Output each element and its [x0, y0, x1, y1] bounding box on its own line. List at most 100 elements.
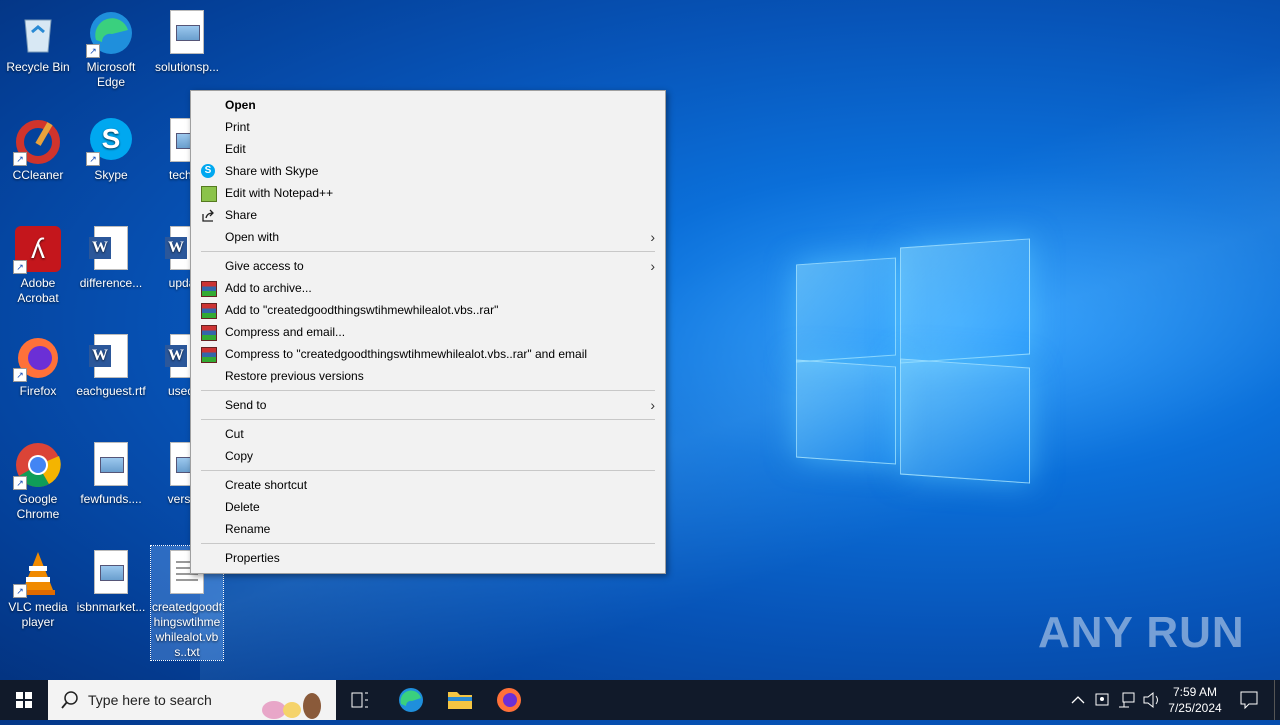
taskbar-edge-button[interactable]: [387, 680, 435, 720]
menu-item-label: Create shortcut: [225, 478, 308, 492]
firefox-icon: ↗: [13, 334, 61, 382]
menu-item-label: Open with: [225, 230, 280, 244]
desktop-icon-vlc[interactable]: ↗ VLC media player: [0, 546, 76, 630]
menu-item-cut[interactable]: Cut: [191, 423, 665, 445]
task-view-icon: [351, 692, 368, 708]
icon-label: Recycle Bin: [6, 60, 70, 74]
menu-separator: [201, 251, 655, 252]
show-desktop-button[interactable]: [1274, 680, 1280, 720]
menu-item-rename[interactable]: Rename: [191, 518, 665, 540]
icon-label: Skype: [94, 168, 128, 182]
menu-item-create-shortcut[interactable]: Create shortcut: [191, 474, 665, 496]
desktop-icon-isbnmarket[interactable]: isbnmarket...: [73, 546, 149, 615]
icon-label: difference...: [79, 276, 143, 290]
icon-label: createdgoodthingswtihmewhilealot.vbs..tx…: [151, 600, 223, 659]
taskbar-search-box[interactable]: Type here to search: [48, 680, 336, 720]
menu-item-share[interactable]: Share: [191, 204, 665, 226]
menu-item-label: Copy: [225, 449, 254, 463]
skype-icon: S: [201, 164, 215, 178]
network-icon: [1119, 692, 1135, 708]
menu-item-label: Share: [225, 208, 258, 222]
menu-item-print[interactable]: Print: [191, 116, 665, 138]
menu-item-properties[interactable]: Properties: [191, 547, 665, 569]
desktop-icon-microsoft-edge[interactable]: ↗ Microsoft Edge: [73, 6, 149, 90]
action-center-button[interactable]: [1232, 680, 1266, 720]
windows-logo-icon: [16, 692, 32, 708]
word-document-icon: W: [88, 334, 134, 380]
desktop-icon-recycle-bin[interactable]: Recycle Bin: [0, 6, 76, 75]
network-button[interactable]: [1116, 680, 1138, 720]
desktop-icon-firefox[interactable]: ↗ Firefox: [0, 330, 76, 399]
menu-item-add-to-archive[interactable]: Add to archive...: [191, 277, 665, 299]
menu-item-compress-and-email[interactable]: Compress and email...: [191, 321, 665, 343]
chevron-right-icon: ›: [650, 229, 655, 245]
volume-button[interactable]: [1140, 680, 1162, 720]
desktop-icon-difference-doc[interactable]: W difference...: [73, 222, 149, 291]
menu-separator: [201, 390, 655, 391]
windows-wallpaper-logo: [796, 238, 1030, 484]
winrar-icon: [201, 347, 217, 363]
menu-item-label: Restore previous versions: [225, 369, 364, 383]
chevron-right-icon: ›: [650, 258, 655, 274]
menu-item-open[interactable]: Open: [191, 94, 665, 116]
skype-icon: S ↗: [86, 118, 134, 166]
menu-item-restore-previous-versions[interactable]: Restore previous versions: [191, 365, 665, 387]
menu-item-label: Delete: [225, 500, 260, 514]
edge-icon: ↗: [86, 10, 134, 58]
winrar-icon: [201, 303, 217, 319]
icon-label: solutionsp...: [154, 60, 220, 74]
menu-item-compress-to-rar-and-email[interactable]: Compress to "createdgoodthingswtihmewhil…: [191, 343, 665, 365]
recycle-bin-icon: [15, 10, 61, 56]
icon-label: VLC media player: [8, 600, 68, 629]
desktop-icon-skype[interactable]: S ↗ Skype: [73, 114, 149, 183]
menu-item-edit[interactable]: Edit: [191, 138, 665, 160]
taskbar-firefox-button[interactable]: [485, 680, 533, 720]
notification-icon: [1240, 691, 1258, 710]
desktop-icon-adobe-acrobat[interactable]: ʎ ↗ Adobe Acrobat: [0, 222, 76, 306]
icon-label: Google Chrome: [16, 492, 60, 521]
desktop-icon-eachguest[interactable]: W eachguest.rtf: [73, 330, 149, 399]
share-icon: [201, 208, 215, 222]
menu-item-label: Open: [225, 98, 256, 112]
menu-item-label: Rename: [225, 522, 271, 536]
folder-icon: [448, 692, 472, 709]
start-button[interactable]: [0, 680, 48, 720]
icon-label: eachguest.rtf: [76, 384, 146, 398]
menu-item-label: Edit: [225, 142, 246, 156]
device-icon: [1095, 693, 1109, 706]
menu-item-send-to[interactable]: Send to ›: [191, 394, 665, 416]
task-view-button[interactable]: [336, 680, 384, 720]
notepadpp-icon: [201, 186, 217, 202]
tray-device-icon[interactable]: [1092, 680, 1112, 720]
menu-item-edit-with-notepadpp[interactable]: Edit with Notepad++: [191, 182, 665, 204]
taskbar-file-explorer-button[interactable]: [436, 680, 484, 720]
menu-item-add-to-rar[interactable]: Add to "createdgoodthingswtihmewhilealot…: [191, 299, 665, 321]
chevron-right-icon: ›: [650, 397, 655, 413]
desktop-icon-ccleaner[interactable]: ↗ CCleaner: [0, 114, 76, 183]
acrobat-icon: ʎ ↗: [13, 226, 61, 274]
image-file-icon: [164, 10, 210, 56]
chrome-icon: ↗: [13, 442, 61, 490]
menu-item-give-access-to[interactable]: Give access to ›: [191, 255, 665, 277]
menu-item-open-with[interactable]: Open with ›: [191, 226, 665, 248]
desktop-icon-solutionsp[interactable]: solutionsp...: [149, 6, 225, 75]
menu-separator: [201, 470, 655, 471]
menu-item-label: Give access to: [225, 259, 304, 273]
search-icon: [61, 691, 78, 709]
search-highlight-illustration: [262, 693, 321, 719]
search-placeholder: Type here to search: [88, 692, 212, 708]
menu-item-delete[interactable]: Delete: [191, 496, 665, 518]
winrar-icon: [201, 281, 217, 297]
menu-separator: [201, 419, 655, 420]
menu-item-label: Properties: [225, 551, 280, 565]
show-hidden-icons-button[interactable]: [1068, 680, 1088, 720]
desktop-icon-fewfunds[interactable]: fewfunds....: [73, 438, 149, 507]
clock[interactable]: 7:59 AM 7/25/2024: [1164, 680, 1226, 724]
menu-item-label: Send to: [225, 398, 267, 412]
desktop-icon-google-chrome[interactable]: ↗ Google Chrome: [0, 438, 76, 522]
menu-item-label: Compress to "createdgoodthingswtihmewhil…: [225, 347, 588, 361]
icon-label: fewfunds....: [80, 492, 142, 506]
edge-icon: [399, 688, 423, 712]
menu-item-copy[interactable]: Copy: [191, 445, 665, 467]
menu-item-share-with-skype[interactable]: S Share with Skype: [191, 160, 665, 182]
